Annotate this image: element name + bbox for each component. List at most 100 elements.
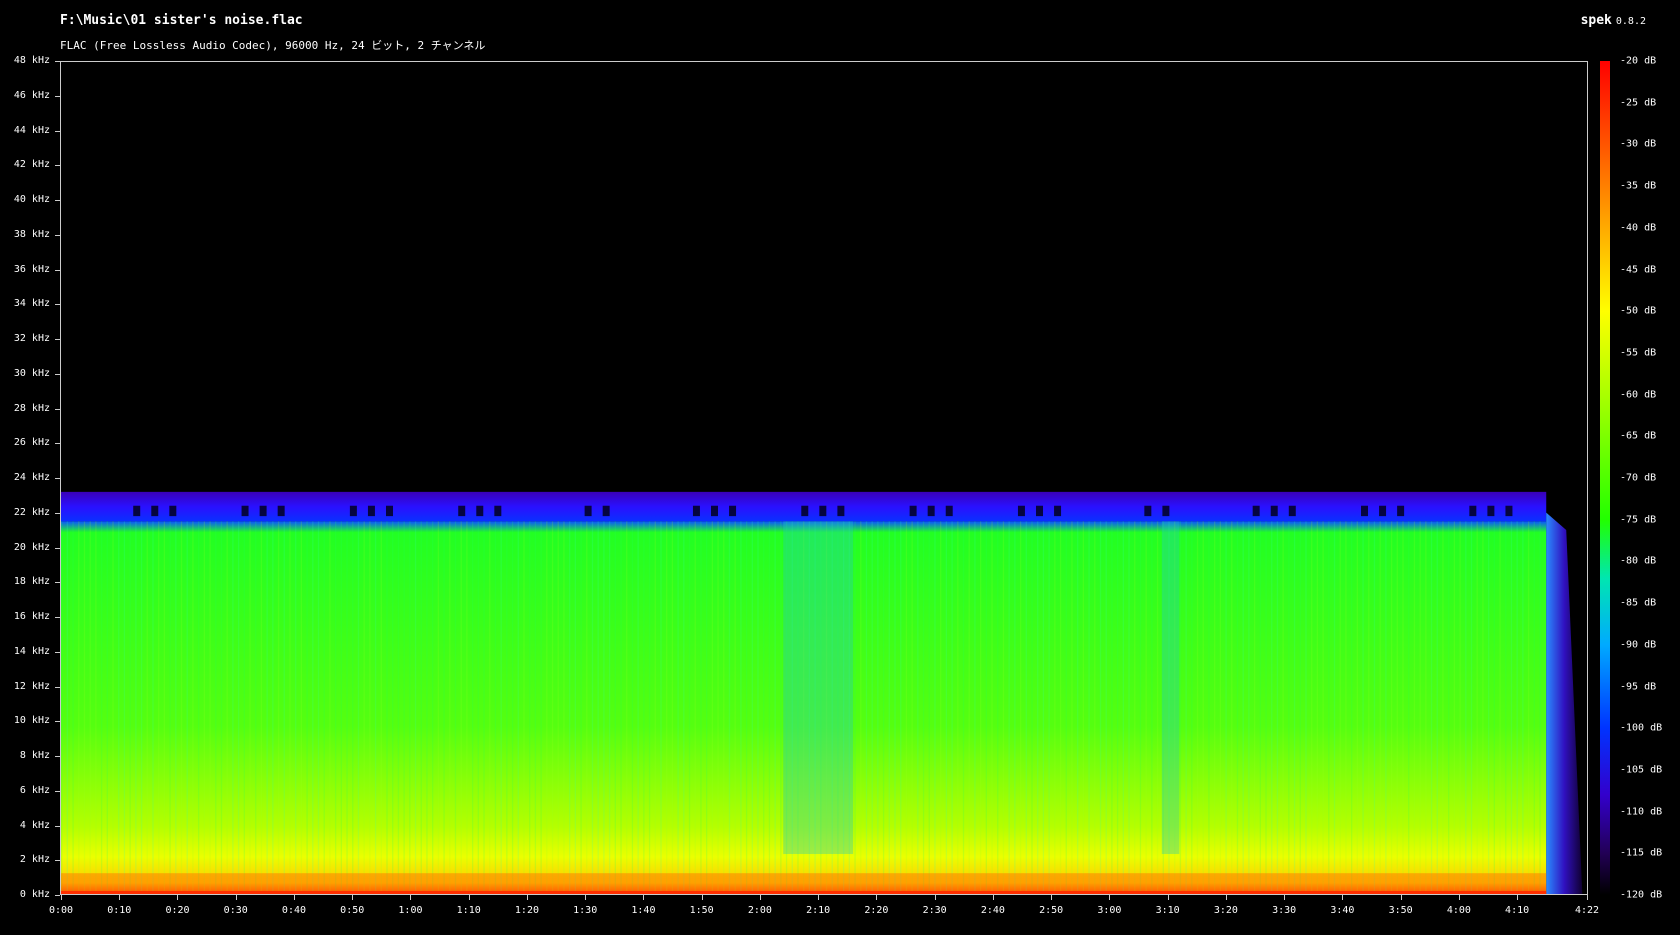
cutoff-notch (386, 505, 393, 517)
texture-streak (1082, 521, 1085, 894)
texture-streak (1350, 521, 1353, 894)
texture-streak (1054, 521, 1056, 894)
texture-streak (437, 521, 440, 894)
x-tick-mark (643, 895, 645, 900)
texture-streak (1037, 521, 1039, 894)
texture-streak (289, 521, 291, 894)
texture-streak (232, 521, 234, 894)
texture-streak (597, 521, 599, 894)
texture-streak (1322, 521, 1324, 894)
texture-streak (905, 521, 908, 894)
texture-streak (1305, 521, 1307, 894)
x-tick-mark (410, 895, 412, 900)
texture-streak (940, 521, 942, 894)
texture-streak (135, 521, 137, 894)
y-tick-label: 38 kHz (13, 228, 50, 240)
y-tick-label: 0 kHz (19, 889, 50, 900)
texture-streak (192, 521, 194, 894)
texture-streak (882, 521, 885, 894)
cutoff-notch (1288, 505, 1296, 517)
cutoff-notch (1162, 505, 1170, 517)
texture-streak (677, 521, 679, 894)
texture-streak (386, 521, 388, 894)
texture-streak (1339, 521, 1341, 894)
texture-streak (129, 521, 131, 894)
x-tick-mark (1342, 895, 1344, 900)
x-tick-label: 2:10 (806, 905, 831, 916)
texture-streak (517, 521, 519, 894)
y-tick-label: 18 kHz (13, 576, 50, 588)
texture-streak (717, 521, 719, 894)
texture-streak (1487, 521, 1490, 894)
texture-streak (1453, 521, 1456, 894)
cutoff-notch (458, 505, 466, 517)
texture-streak (1014, 521, 1016, 894)
texture-streak (426, 521, 428, 894)
texture-streak (745, 521, 748, 894)
texture-streak (300, 521, 303, 894)
texture-streak (1505, 521, 1507, 894)
texture-streak (1219, 521, 1222, 894)
y-tick-label: 42 kHz (13, 159, 50, 171)
texture-streak (1356, 521, 1359, 894)
texture-streak (209, 521, 211, 894)
y-tick-mark (55, 651, 60, 653)
cutoff-notch (133, 505, 141, 517)
texture-streak (403, 521, 405, 894)
texture-streak (397, 521, 400, 894)
texture-streak (374, 521, 377, 894)
x-tick-mark (759, 895, 761, 900)
texture-streak (243, 521, 245, 894)
texture-streak (466, 521, 468, 894)
texture-streak (997, 521, 999, 894)
db-scale-label: -40 dB (1620, 222, 1657, 234)
texture-streak (1225, 521, 1227, 894)
texture-streak (529, 521, 531, 894)
app-name: spek 0.8.2 (1581, 13, 1646, 28)
db-scale-label: -120 dB (1620, 889, 1663, 901)
texture-streak (626, 521, 628, 894)
texture-streak (694, 521, 696, 894)
app-name-label: spek (1580, 13, 1612, 28)
cutoff-notch (151, 505, 159, 517)
texture-streak (683, 521, 685, 894)
y-tick-label: 22 kHz (13, 506, 50, 518)
texture-streak (603, 521, 605, 894)
db-scale-label: -45 dB (1620, 264, 1657, 275)
texture-streak (854, 521, 856, 894)
texture-streak (1196, 521, 1199, 894)
texture-streak (888, 521, 890, 894)
texture-streak (506, 521, 508, 894)
texture-streak (991, 521, 993, 894)
texture-streak (951, 521, 953, 894)
cutoff-notch (692, 505, 700, 517)
y-tick-mark (55, 721, 60, 723)
texture-streak (340, 521, 342, 894)
x-tick-mark (526, 895, 528, 900)
texture-streak (1105, 521, 1107, 894)
db-scale-label: -90 dB (1620, 639, 1657, 651)
texture-streak (260, 521, 263, 894)
texture-streak (1465, 521, 1467, 894)
texture-streak (89, 521, 91, 894)
y-tick-label: 44 kHz (13, 124, 50, 136)
texture-streak (266, 521, 268, 894)
x-tick-label: 0:20 (165, 905, 190, 916)
cutoff-notch (1469, 505, 1477, 517)
y-tick-mark (55, 860, 60, 862)
texture-streak (66, 521, 69, 894)
db-scale-label: -65 dB (1620, 430, 1657, 442)
texture-streak (1311, 521, 1313, 894)
texture-streak (1362, 521, 1364, 894)
texture-streak (432, 521, 434, 894)
y-tick-mark (55, 130, 60, 132)
texture-streak (945, 521, 948, 894)
texture-streak (1145, 521, 1147, 894)
y-tick-label: 2 kHz (19, 854, 50, 866)
texture-streak (1408, 521, 1410, 894)
x-tick-mark (352, 895, 354, 900)
texture-streak (962, 521, 965, 894)
y-tick-label: 26 kHz (13, 437, 50, 449)
texture-streak (414, 521, 417, 894)
quiet-section (783, 521, 854, 854)
